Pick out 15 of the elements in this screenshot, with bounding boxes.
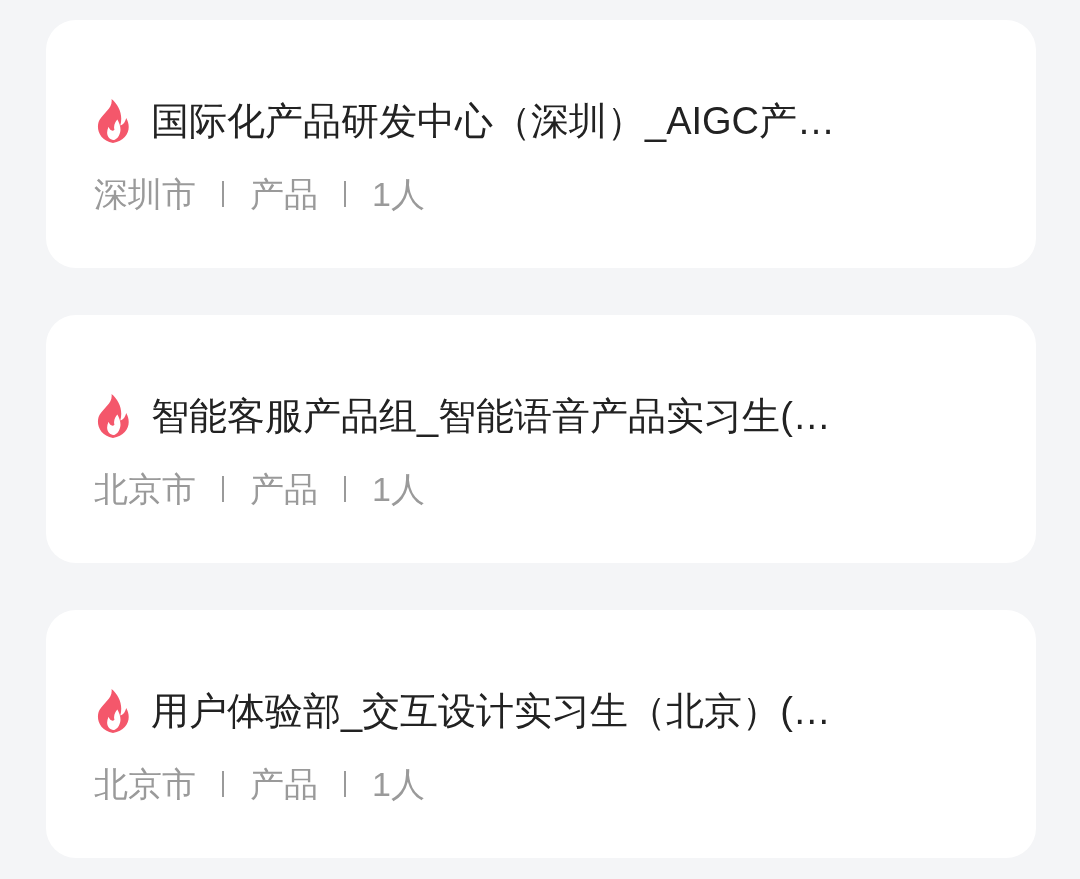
job-title: 用户体验部_交互设计实习生（北京）(… [151, 689, 831, 734]
job-card[interactable]: 智能客服产品组_智能语音产品实习生(… 北京市 产品 1人 [46, 315, 1036, 563]
job-meta: 1人 [372, 764, 425, 805]
job-meta: 北京市 [94, 764, 196, 805]
job-card[interactable]: 国际化产品研发中心（深圳）_AIGC产… 深圳市 产品 1人 [46, 20, 1036, 268]
job-card[interactable]: 用户体验部_交互设计实习生（北京）(… 北京市 产品 1人 [46, 610, 1036, 858]
job-title: 智能客服产品组_智能语音产品实习生(… [151, 394, 831, 439]
job-meta: 1人 [372, 174, 425, 215]
job-meta: 产品 [250, 764, 318, 805]
job-meta: 1人 [372, 469, 425, 510]
job-meta: 深圳市 [94, 174, 196, 215]
job-title: 国际化产品研发中心（深圳）_AIGC产… [151, 99, 836, 144]
job-meta: 产品 [250, 174, 318, 215]
job-meta: 产品 [250, 469, 318, 510]
job-meta: 北京市 [94, 469, 196, 510]
